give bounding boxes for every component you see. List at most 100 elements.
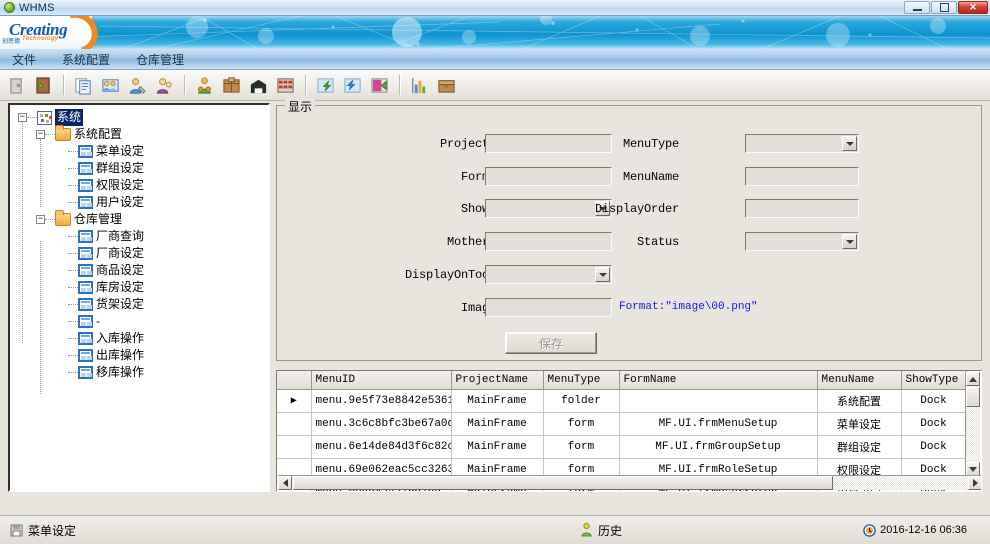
stock-in-icon[interactable]: [313, 73, 338, 98]
cell-menuname[interactable]: 菜单设定: [817, 413, 901, 436]
col-header-formname[interactable]: FormName: [619, 371, 817, 390]
tree-node-system-config[interactable]: − 系统配置: [14, 126, 268, 143]
bokeh-circle: [690, 26, 710, 46]
grid-horizontal-scrollbar[interactable]: [278, 475, 982, 490]
chevron-down-icon[interactable]: [842, 136, 857, 151]
application-window: WHMS ✕ Creating 创思德: [0, 0, 990, 544]
cell-menutype[interactable]: form: [543, 436, 619, 459]
toolbar-separator: [184, 75, 185, 95]
tree-node-stock-in[interactable]: 入库操作: [14, 330, 268, 347]
role-setup-icon[interactable]: [125, 73, 150, 98]
display-on-toolbar-combo[interactable]: [485, 265, 612, 284]
grid-vertical-scrollbar[interactable]: [965, 372, 980, 476]
col-header-menuname[interactable]: MenuName: [817, 371, 901, 390]
tree-connector: [68, 355, 78, 356]
exit-door-icon[interactable]: [31, 73, 56, 98]
cell-projectname[interactable]: MainFrame: [451, 390, 543, 413]
cell-menuname[interactable]: 系统配置: [817, 390, 901, 413]
tree-node-shelf-setup[interactable]: 货架设定: [14, 296, 268, 313]
horizontal-scroll-thumb[interactable]: [293, 476, 833, 490]
menu-type-label: MenuType: [577, 137, 679, 151]
tree-node-warehouse-setup[interactable]: 库房设定: [14, 279, 268, 296]
cell-showtype[interactable]: Dock: [901, 436, 966, 459]
vertical-scroll-thumb[interactable]: [966, 387, 980, 407]
tree-node-vendor-query[interactable]: 厂商查询: [14, 228, 268, 245]
cell-menuid[interactable]: menu.3c6c8bfc3be67a0d: [311, 413, 451, 436]
tree-expander-system[interactable]: −: [18, 113, 27, 122]
tree-connector: [68, 168, 78, 169]
cell-projectname[interactable]: MainFrame: [451, 413, 543, 436]
col-header-menuid[interactable]: MenuID: [311, 371, 451, 390]
cell-menutype[interactable]: folder: [543, 390, 619, 413]
cell-formname[interactable]: MF.UI.frmMenuSetup: [619, 413, 817, 436]
tree-node-menu-setup[interactable]: 菜单设定: [14, 143, 268, 160]
menu-type-combo[interactable]: [745, 134, 859, 153]
archive-box-icon[interactable]: [434, 73, 459, 98]
status-combo[interactable]: [745, 232, 859, 251]
tree-node-vendor-setup[interactable]: 厂商设定: [14, 245, 268, 262]
vendor-query-icon[interactable]: [192, 73, 217, 98]
col-header-projectname[interactable]: ProjectName: [451, 371, 543, 390]
shelf-setup-icon[interactable]: [273, 73, 298, 98]
product-setup-icon[interactable]: [219, 73, 244, 98]
navigation-tree-panel[interactable]: − 系统 − 系统配置: [8, 103, 270, 492]
chevron-down-icon[interactable]: [595, 267, 610, 282]
tree-node-product-setup[interactable]: 商品设定: [14, 262, 268, 279]
menu-setup-icon[interactable]: [71, 73, 96, 98]
tree-node-group-setup[interactable]: 群组设定: [14, 160, 268, 177]
cell-menuid[interactable]: menu.6e14de84d3f6c82c: [311, 436, 451, 459]
table-row[interactable]: menu.3c6c8bfc3be67a0d MainFrame form MF.…: [277, 413, 966, 436]
tree-expander-warehouse[interactable]: −: [36, 215, 45, 224]
col-header-showtype[interactable]: ShowType: [901, 371, 966, 390]
cell-formname[interactable]: [619, 390, 817, 413]
scroll-up-button[interactable]: [966, 372, 980, 386]
folder-icon: [55, 213, 71, 226]
scroll-down-button[interactable]: [966, 462, 980, 476]
image-url-input[interactable]: [485, 298, 612, 317]
tree-node-user-setup[interactable]: 用户设定: [14, 194, 268, 211]
tree-node-stock-out[interactable]: 出库操作: [14, 347, 268, 364]
maximize-button[interactable]: [931, 1, 957, 14]
lock-icon[interactable]: [4, 73, 29, 98]
scroll-right-button[interactable]: [968, 476, 982, 490]
form-icon: [78, 162, 93, 175]
cell-menutype[interactable]: form: [543, 413, 619, 436]
status-datetime: 2016-12-16 06:36: [858, 521, 972, 540]
form-icon: [78, 298, 93, 311]
close-button[interactable]: ✕: [958, 1, 988, 14]
table-row[interactable]: ▶ menu.9e5f73e8842e5361 MainFrame folder…: [277, 390, 966, 413]
cell-menuid[interactable]: menu.9e5f73e8842e5361: [311, 390, 451, 413]
tree-node-warehouse[interactable]: − 仓库管理: [14, 211, 268, 228]
tree-node-stock-move[interactable]: 移库操作: [14, 364, 268, 381]
col-header-menutype[interactable]: MenuType: [543, 371, 619, 390]
cell-showtype[interactable]: Dock: [901, 390, 966, 413]
report-chart-icon[interactable]: [407, 73, 432, 98]
cell-projectname[interactable]: MainFrame: [451, 436, 543, 459]
cell-menuname[interactable]: 群组设定: [817, 436, 901, 459]
menu-name-input[interactable]: [745, 167, 859, 186]
display-order-input[interactable]: [745, 199, 859, 218]
form-icon: [78, 349, 93, 362]
tree-node-role-setup[interactable]: 权限设定: [14, 177, 268, 194]
minimize-button[interactable]: [904, 1, 930, 14]
chevron-down-icon[interactable]: [842, 234, 857, 249]
warehouse-setup-icon[interactable]: [246, 73, 271, 98]
menu-file[interactable]: 文件: [9, 50, 39, 69]
scroll-left-button[interactable]: [278, 476, 292, 490]
save-button[interactable]: 保存: [505, 332, 597, 354]
menu-system-config[interactable]: 系统配置: [59, 50, 113, 69]
user-setup-icon[interactable]: [152, 73, 177, 98]
tree-expander-system-config[interactable]: −: [36, 130, 45, 139]
cell-formname[interactable]: MF.UI.frmGroupSetup: [619, 436, 817, 459]
cell-showtype[interactable]: Dock: [901, 413, 966, 436]
tree-node-separator[interactable]: -: [14, 313, 268, 330]
table-row[interactable]: menu.6e14de84d3f6c82c MainFrame form MF.…: [277, 436, 966, 459]
group-setup-icon[interactable]: [98, 73, 123, 98]
menu-data-grid[interactable]: MenuID ProjectName MenuType FormName Men…: [276, 370, 982, 492]
stock-out-icon[interactable]: [340, 73, 365, 98]
stock-move-icon[interactable]: [367, 73, 392, 98]
tree-node-system[interactable]: − 系统: [14, 109, 268, 126]
menu-warehouse[interactable]: 仓库管理: [133, 50, 187, 69]
tree-node-label: -: [96, 313, 100, 330]
status-history[interactable]: 历史: [575, 521, 855, 540]
